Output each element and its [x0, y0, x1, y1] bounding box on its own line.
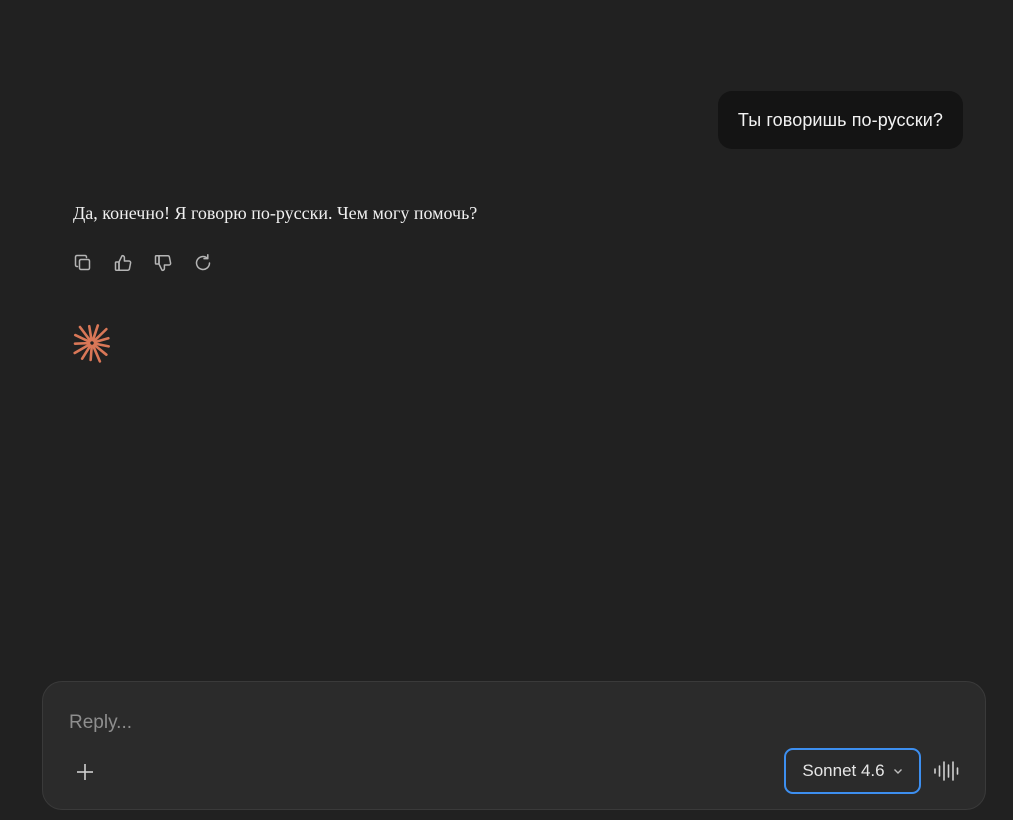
thumbs-down-button[interactable] [152, 252, 174, 274]
reply-input[interactable] [69, 708, 929, 738]
spark-ray [73, 341, 91, 346]
retry-icon [195, 254, 211, 271]
composer: Sonnet 4.6 [42, 681, 986, 810]
message-actions [72, 252, 214, 274]
model-selector[interactable]: Sonnet 4.6 [784, 748, 921, 794]
user-message-bubble: Ты говоришь по-русски? [717, 91, 963, 149]
assistant-message-text: Да, конечно! Я говорю по-русски. Чем мог… [73, 203, 478, 223]
chat-page: Ты говоришь по-русски? Да, конечно! Я го… [0, 0, 1013, 820]
plus-icon [77, 764, 93, 780]
retry-button[interactable] [192, 252, 214, 274]
voice-mode-button[interactable] [931, 758, 961, 784]
claude-spark-icon [73, 324, 110, 363]
chevron-down-icon [893, 769, 902, 774]
thumbs-down-icon [154, 255, 172, 272]
copy-icon [74, 254, 91, 271]
thumbs-up-icon [114, 254, 132, 271]
copy-button[interactable] [72, 252, 94, 274]
model-selector-label: Sonnet 4.6 [802, 761, 885, 780]
voice-waveform-icon [934, 761, 959, 781]
thumbs-up-button[interactable] [112, 252, 134, 274]
spark-ray [89, 344, 94, 362]
user-message-text: Ты говоришь по-русски? [737, 109, 943, 130]
add-attachment-button[interactable] [73, 760, 97, 784]
